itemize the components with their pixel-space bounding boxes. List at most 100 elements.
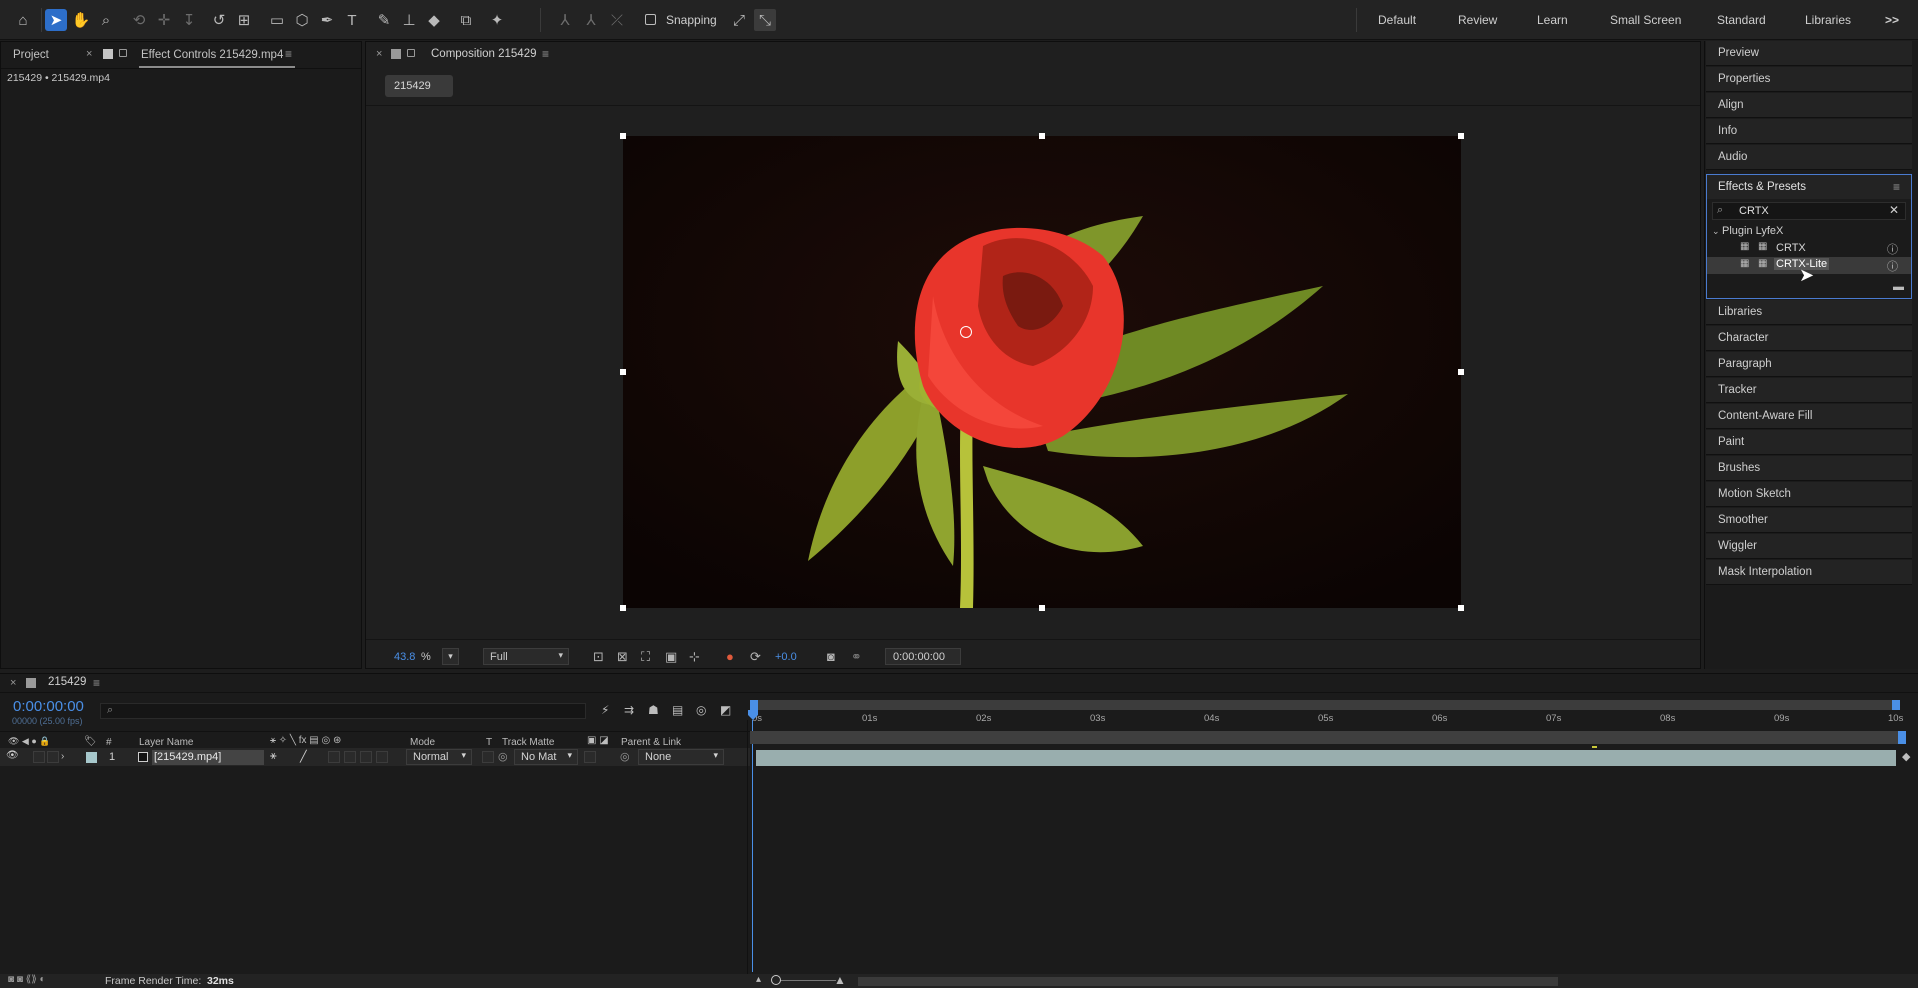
tab-project[interactable]: Project <box>13 42 49 68</box>
mode-dropdown[interactable]: Normal ▾ <box>406 749 472 765</box>
exposure-reset-icon[interactable]: ⟳ <box>750 649 761 665</box>
transform-handle[interactable] <box>1458 133 1464 139</box>
comp-flowchart-icon[interactable]: ⇉ <box>624 703 634 717</box>
solo-toggle[interactable] <box>47 751 59 763</box>
matte-toggle[interactable] <box>584 751 596 763</box>
workspace-standard[interactable]: Standard <box>1717 13 1766 27</box>
layer-name[interactable]: [215429.mp4] <box>152 750 264 765</box>
time-navigator[interactable] <box>750 731 1900 744</box>
info-icon[interactable]: ⓘ <box>1887 258 1898 274</box>
keyframe-nav-icon[interactable]: ◆ <box>1902 750 1910 763</box>
guides-icon[interactable]: ▣ <box>665 649 677 665</box>
info-icon[interactable]: ⓘ <box>1887 241 1898 257</box>
render-toggle-icons[interactable]: ◙ ◙ ⟪⟫ ◐ <box>8 974 46 985</box>
parent-dropdown[interactable]: None ▾ <box>638 749 724 765</box>
track-matte-dropdown[interactable]: No Mat ▾ <box>514 749 578 765</box>
close-icon[interactable]: × <box>86 48 92 60</box>
frame-blending-icon[interactable]: ▤ <box>672 703 683 717</box>
color-channels-icon[interactable]: ● <box>726 649 734 664</box>
new-bin-icon[interactable]: ▬ <box>1893 281 1904 293</box>
panel-menu-icon[interactable]: ≡ <box>93 676 100 690</box>
panel-tracker[interactable]: Tracker <box>1706 378 1912 403</box>
switch-box[interactable] <box>376 751 388 763</box>
work-area-start-handle[interactable] <box>750 700 758 710</box>
panel-character[interactable]: Character <box>1706 326 1912 351</box>
eye-icon[interactable]: 👁 <box>6 750 19 761</box>
axis-view-icon[interactable]: ⤫ <box>606 9 628 31</box>
type-tool-icon[interactable]: T <box>341 9 363 31</box>
draft-3d-icon[interactable]: ⚡ <box>601 703 609 717</box>
zoom-dropdown-icon[interactable]: ▾ <box>442 648 459 665</box>
transform-handle[interactable] <box>1458 605 1464 611</box>
quality-switch-icon[interactable]: ╱ <box>300 750 307 763</box>
comp-breadcrumb[interactable]: 215429 <box>385 75 453 97</box>
effect-item-crtx[interactable]: ▦ ▦ CRTX ⓘ <box>1707 240 1911 257</box>
pickwhip-icon[interactable]: ◎ <box>498 750 508 763</box>
transform-handle[interactable] <box>620 605 626 611</box>
eraser-tool-icon[interactable]: ◆ <box>423 9 445 31</box>
panel-preview[interactable]: Preview <box>1706 41 1912 66</box>
3d-cube-icon[interactable]: ⬡ <box>291 9 313 31</box>
home-icon[interactable]: ⌂ <box>12 9 34 31</box>
clear-search-icon[interactable]: ✕ <box>1889 203 1899 217</box>
clone-stamp-icon[interactable]: ⊥ <box>398 9 420 31</box>
snap-features-icon[interactable]: ⤡ <box>754 9 776 31</box>
panel-motion-sketch[interactable]: Motion Sketch <box>1706 482 1912 507</box>
zoom-out-icon[interactable]: ▴ <box>756 974 761 985</box>
zoom-value[interactable]: 43.8 <box>394 651 415 663</box>
resolution-dropdown[interactable]: Full ▾ <box>483 648 569 665</box>
viewer-timecode[interactable]: 0:00:00:00 <box>885 648 961 665</box>
pen-tool-icon[interactable]: ✒ <box>316 9 338 31</box>
col-layer-name[interactable]: Layer Name <box>139 737 193 748</box>
tab-composition[interactable]: Composition 215429 <box>431 48 537 60</box>
workspace-overflow-icon[interactable]: >> <box>1885 13 1899 27</box>
mask-visibility-icon[interactable]: ⛶ <box>641 649 650 665</box>
shy-layers-icon[interactable]: ☗ <box>648 703 659 717</box>
zoom-in-icon[interactable]: ▲ <box>834 973 846 987</box>
panel-mask-interpolation[interactable]: Mask Interpolation <box>1706 560 1912 585</box>
region-of-interest-icon[interactable]: ⊡ <box>593 649 604 665</box>
panel-audio[interactable]: Audio <box>1706 145 1912 170</box>
panel-info[interactable]: Info <box>1706 119 1912 144</box>
close-icon[interactable]: × <box>376 48 382 60</box>
rectangle-tool-icon[interactable]: ▭ <box>266 9 288 31</box>
puppet-pin-icon[interactable]: ✦ <box>486 9 508 31</box>
workspace-libraries[interactable]: Libraries <box>1805 13 1851 27</box>
lock-icon[interactable] <box>119 48 127 60</box>
panel-menu-icon[interactable]: ≡ <box>542 47 549 61</box>
panel-paint[interactable]: Paint <box>1706 430 1912 455</box>
label-color-swatch[interactable] <box>86 752 97 763</box>
exposure-value[interactable]: +0.0 <box>775 651 797 663</box>
panel-smoother[interactable]: Smoother <box>1706 508 1912 533</box>
panel-align[interactable]: Align <box>1706 93 1912 118</box>
workspace-default[interactable]: Default <box>1378 13 1416 27</box>
panel-menu-icon[interactable]: ≡ <box>1893 180 1900 194</box>
axis-world-icon[interactable]: ⅄ <box>580 9 602 31</box>
transform-handle[interactable] <box>620 133 626 139</box>
brush-tool-icon[interactable]: ✎ <box>373 9 395 31</box>
axis-local-icon[interactable]: ⅄ <box>554 9 576 31</box>
dolly-tool-icon[interactable]: ↧ <box>178 9 200 31</box>
transform-handle[interactable] <box>1458 369 1464 375</box>
work-area-end-handle[interactable] <box>1892 700 1900 710</box>
snap-edges-icon[interactable]: ⤢ <box>728 9 750 31</box>
panel-wiggler[interactable]: Wiggler <box>1706 534 1912 559</box>
zoom-slider-thumb[interactable] <box>771 975 781 985</box>
zoom-tool-icon[interactable]: ⌕ <box>95 9 117 31</box>
snapshot-icon[interactable]: ◙ <box>827 649 835 664</box>
transparency-grid-icon[interactable]: ⊠ <box>617 649 628 665</box>
panel-paragraph[interactable]: Paragraph <box>1706 352 1912 377</box>
preserve-transparency-toggle[interactable] <box>482 751 494 763</box>
timeline-scrollbar[interactable] <box>858 977 1558 986</box>
workspace-small-screen[interactable]: Small Screen <box>1610 13 1681 27</box>
work-area-bar[interactable] <box>750 700 1900 710</box>
close-icon[interactable]: × <box>10 677 16 689</box>
chevron-right-icon[interactable]: › <box>61 751 73 763</box>
pan-tool-icon[interactable]: ✛ <box>153 9 175 31</box>
hand-tool-icon[interactable]: ✋ <box>70 9 92 31</box>
shy-switch-icon[interactable]: ⚹ <box>270 750 277 763</box>
grid-icon[interactable]: ⊹ <box>689 649 700 665</box>
workspace-review[interactable]: Review <box>1458 13 1497 27</box>
layer-duration-bar[interactable] <box>756 750 1896 766</box>
tab-effect-controls[interactable]: Effect Controls 215429.mp4 <box>141 42 283 68</box>
